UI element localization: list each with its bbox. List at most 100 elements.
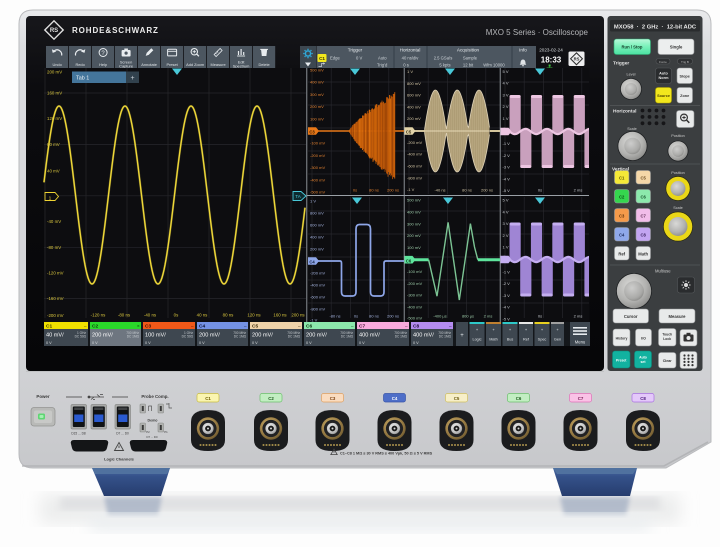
svg-text:0s: 0s (354, 314, 358, 319)
svg-text:Norm: Norm (659, 76, 670, 80)
svg-text:Auto: Auto (378, 55, 387, 60)
svg-text:40 mV: 40 mV (47, 169, 60, 174)
svg-text:Probe Comp.: Probe Comp. (141, 394, 168, 399)
svg-text:200 mV/: 200 mV/ (252, 333, 273, 339)
svg-text:Scale: Scale (627, 127, 637, 131)
svg-text:–: – (351, 324, 354, 329)
svg-text:Scale: Scale (673, 206, 683, 210)
svg-text:Bus: Bus (507, 338, 514, 342)
svg-text:1 V: 1 V (407, 69, 413, 74)
svg-text:-400 µs: -400 µs (433, 314, 446, 319)
svg-text:P1: P1 (164, 430, 168, 434)
svg-text:-300 mV: -300 mV (407, 293, 422, 298)
svg-text:Logic Channels: Logic Channels (104, 457, 135, 462)
svg-text:500 mV: 500 mV (407, 198, 421, 203)
svg-text:C1: C1 (619, 175, 625, 180)
svg-text:-200 mV: -200 mV (407, 281, 422, 286)
svg-text:Position: Position (671, 171, 685, 175)
svg-text:C7: C7 (641, 213, 647, 218)
svg-text:400 mV: 400 mV (407, 209, 421, 214)
svg-text:2 ms: 2 ms (574, 314, 583, 319)
svg-text:-120 ns: -120 ns (91, 313, 106, 318)
svg-text:C6: C6 (516, 396, 522, 401)
svg-text:C3: C3 (619, 213, 625, 218)
svg-text:-1 V: -1 V (503, 141, 511, 146)
svg-text:2 V: 2 V (503, 233, 509, 238)
svg-text:0 V: 0 V (413, 341, 419, 345)
svg-text:C7: C7 (359, 324, 365, 330)
svg-text:×: × (137, 324, 140, 329)
svg-text:500 mV: 500 mV (310, 68, 324, 73)
svg-text:40 ns: 40 ns (197, 313, 209, 318)
svg-text:Lock: Lock (663, 337, 671, 341)
svg-text:0 V: 0 V (92, 341, 98, 345)
svg-text:4 V: 4 V (503, 209, 509, 214)
svg-text:C4: C4 (392, 396, 398, 401)
svg-text:300 mV: 300 mV (407, 221, 421, 226)
svg-text:C5: C5 (454, 396, 460, 401)
svg-text:I/O: I/O (641, 337, 646, 341)
svg-text:2023-02-24: 2023-02-24 (539, 48, 563, 53)
svg-text:-3 V: -3 V (503, 165, 511, 170)
svg-text:Trig’d: Trig’d (377, 63, 388, 68)
svg-text:-800 mV: -800 mV (310, 307, 325, 312)
svg-text:Clear: Clear (663, 359, 673, 363)
svg-text:3 V: 3 V (503, 92, 509, 97)
svg-text:Tab 1: Tab 1 (76, 76, 89, 82)
svg-text:200 ns: 200 ns (387, 188, 399, 193)
svg-text:–: – (449, 324, 452, 329)
svg-text:C5: C5 (252, 324, 258, 330)
svg-text:Sample: Sample (463, 55, 478, 60)
svg-text:-200 mV: -200 mV (47, 313, 64, 318)
svg-text:Info: Info (519, 48, 527, 53)
svg-text:400 mV: 400 mV (310, 235, 324, 240)
svg-text:Ref: Ref (618, 251, 625, 256)
svg-text:200 ns: 200 ns (481, 188, 493, 193)
svg-text:C8: C8 (640, 396, 646, 401)
svg-text:1 V: 1 V (310, 199, 316, 204)
svg-text:Acquisition: Acquisition (457, 48, 480, 53)
svg-text:Zone: Zone (680, 94, 689, 98)
svg-text:100 mV: 100 mV (310, 116, 324, 121)
svg-text:Power: Power (36, 394, 49, 399)
svg-text:Source: Source (657, 94, 670, 98)
svg-text:C4: C4 (199, 324, 205, 330)
svg-text:100 mV/: 100 mV/ (145, 333, 166, 339)
svg-text:4 V: 4 V (503, 81, 509, 86)
svg-text:Cursor: Cursor (624, 314, 638, 319)
svg-text:2 ms: 2 ms (574, 188, 583, 193)
svg-text:-800 mV: -800 mV (407, 175, 422, 180)
svg-text:DC 1MΩ: DC 1MΩ (395, 335, 408, 339)
svg-text:0 V: 0 V (252, 341, 258, 345)
svg-text:-1 V: -1 V (407, 187, 415, 192)
svg-text:Ref: Ref (523, 338, 530, 342)
svg-text:0 V: 0 V (145, 341, 151, 345)
svg-text:Auto: Auto (659, 71, 668, 75)
svg-text:DC 1MΩ: DC 1MΩ (341, 335, 354, 339)
svg-text:200 mV/: 200 mV/ (199, 333, 220, 339)
svg-text:Preset: Preset (166, 62, 178, 67)
svg-text:Slope: Slope (680, 75, 690, 79)
svg-text:-4 V: -4 V (503, 176, 511, 181)
svg-text:1 V: 1 V (503, 245, 509, 250)
svg-text:Multiuse: Multiuse (655, 269, 671, 274)
svg-text:18:33: 18:33 (541, 56, 562, 65)
svg-text:3 V: 3 V (503, 221, 509, 226)
svg-text:DC 1MΩ: DC 1MΩ (127, 335, 140, 339)
svg-text:RS: RS (574, 57, 580, 62)
svg-text:C7: C7 (578, 396, 584, 401)
svg-text:120 mV: 120 mV (47, 116, 62, 121)
svg-text:-200 mV: -200 mV (310, 153, 325, 158)
svg-text:-4 V: -4 V (503, 305, 511, 310)
svg-text:Demo: Demo (148, 419, 159, 423)
svg-text:200 mV: 200 mV (47, 70, 62, 75)
svg-text:Run / Stop: Run / Stop (622, 45, 643, 50)
svg-text:0 V: 0 V (46, 341, 52, 345)
svg-text:Redo: Redo (75, 62, 84, 67)
svg-text:120 ns: 120 ns (247, 313, 261, 318)
svg-text:–: – (191, 324, 194, 329)
svg-text:Add Zoom: Add Zoom (186, 62, 204, 67)
svg-text:Undo: Undo (52, 62, 61, 67)
svg-text:D7 ... D0: D7 ... D0 (116, 432, 129, 436)
svg-text:2 ms: 2 ms (484, 314, 493, 319)
